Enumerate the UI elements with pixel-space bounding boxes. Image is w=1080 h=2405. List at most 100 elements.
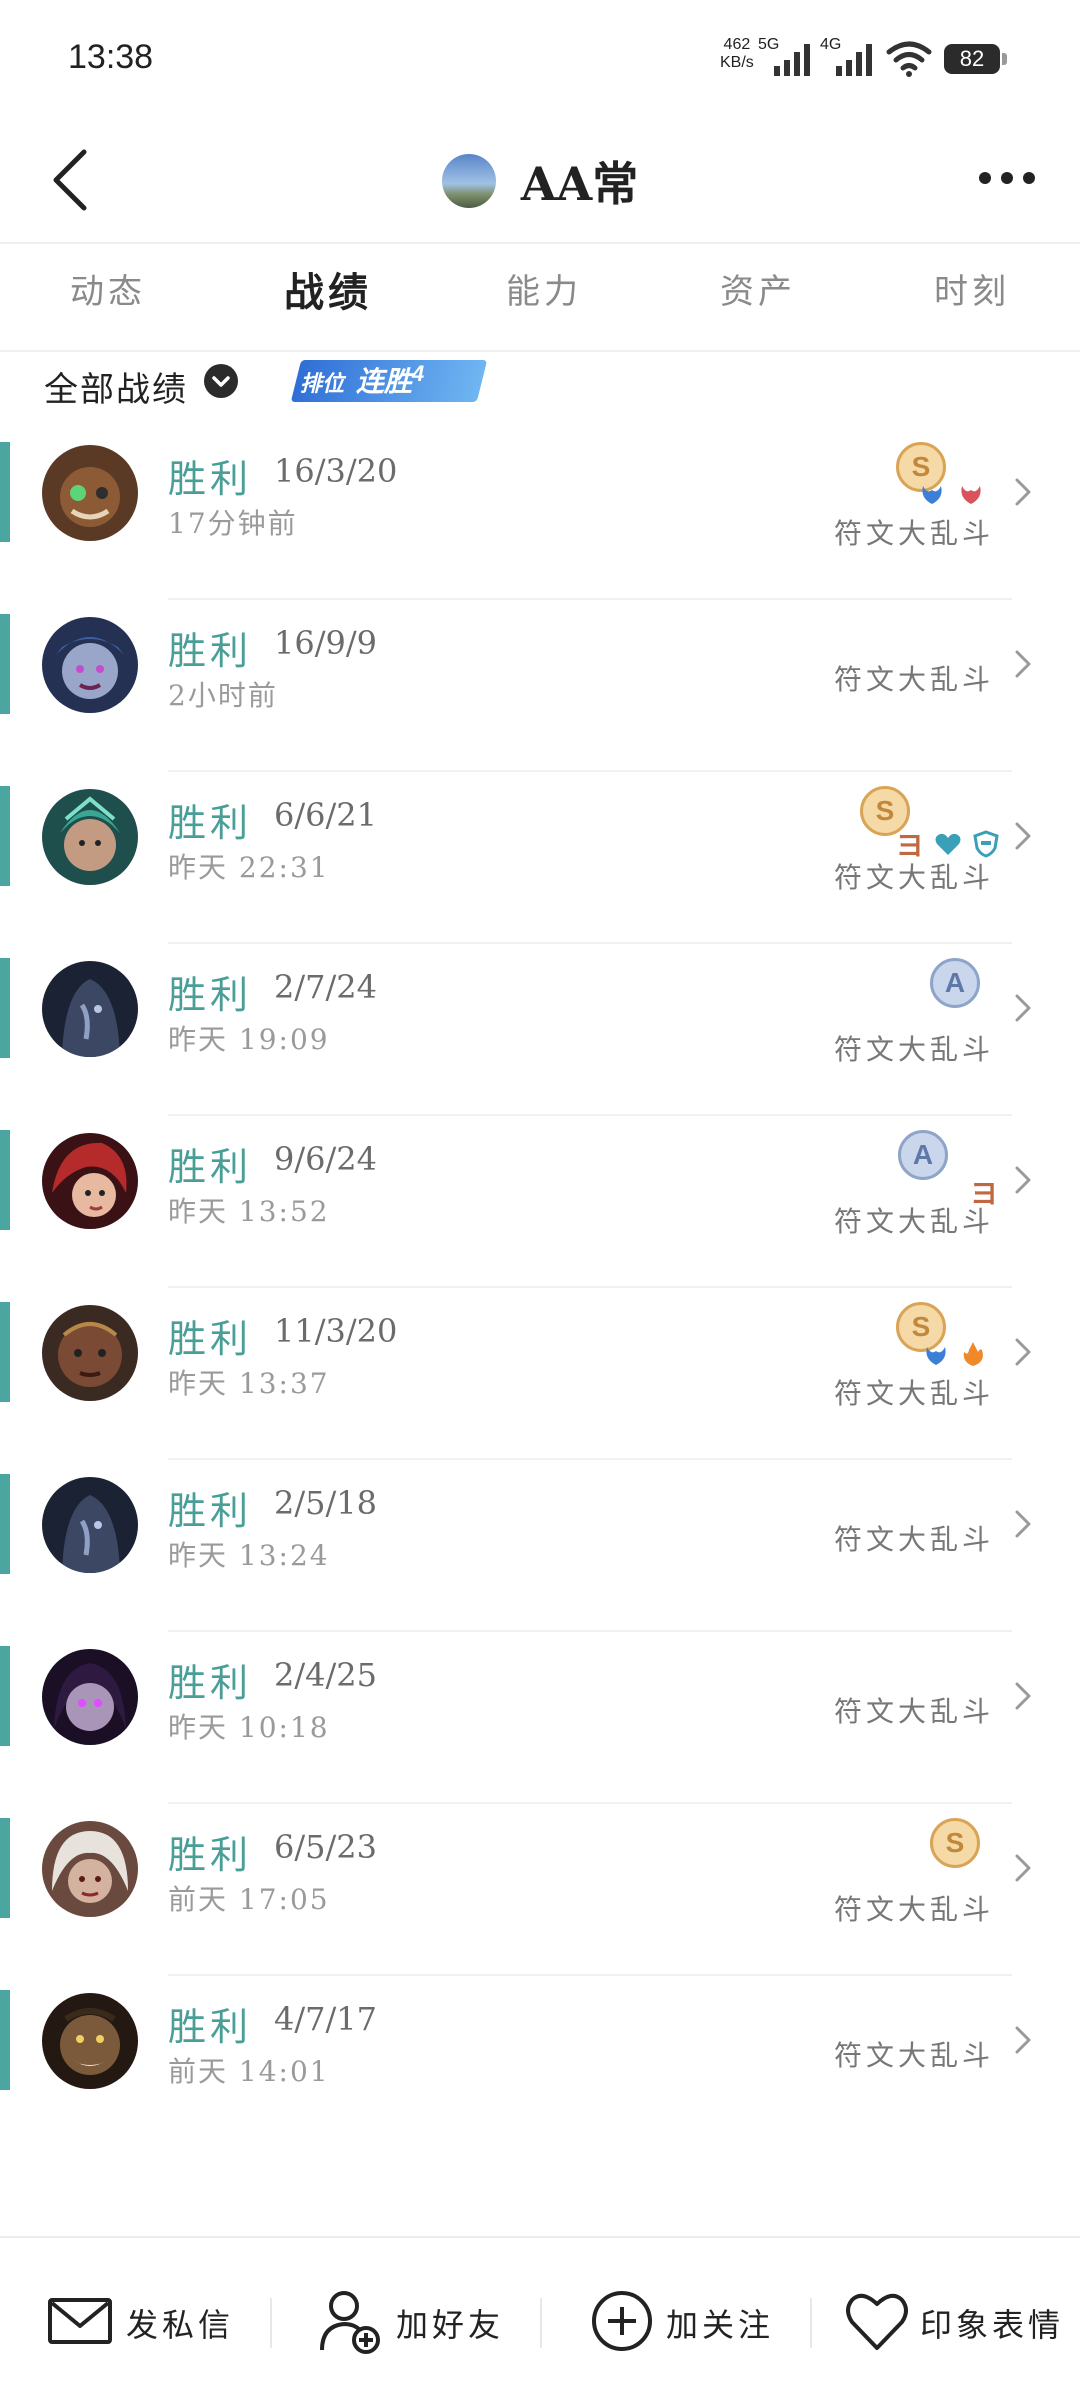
match-result: 胜利 xyxy=(168,1833,253,1877)
add-friend-button[interactable]: 加好友 xyxy=(316,2286,516,2356)
match-row[interactable]: 胜利 11/3/20 昨天 13:37 S 符文大乱斗 xyxy=(0,1288,1080,1460)
champion-avatar xyxy=(42,1477,138,1573)
match-time: 昨天 22:31 xyxy=(168,851,330,884)
match-result: 胜利 xyxy=(168,1145,253,1189)
win-indicator xyxy=(0,786,10,886)
champion-avatar xyxy=(42,1649,138,1745)
match-time: 昨天 13:52 xyxy=(168,1195,330,1228)
game-mode: 符文大乱斗 xyxy=(833,1033,994,1066)
match-row[interactable]: 胜利 16/9/9 2小时前 符文大乱斗 xyxy=(0,600,1080,772)
match-row[interactable]: 胜利 6/6/21 昨天 22:31 S ヨ 符文大乱斗 xyxy=(0,772,1080,944)
filter-dropdown[interactable]: 全部战绩 xyxy=(44,362,188,411)
match-row[interactable]: 胜利 16/3/20 17分钟前 S 符文大乱斗 xyxy=(0,428,1080,600)
match-result: 胜利 xyxy=(168,973,253,1017)
match-row[interactable]: 胜利 2/7/24 昨天 19:09 A 符文大乱斗 xyxy=(0,944,1080,1116)
tab-ability[interactable]: 能力 xyxy=(506,264,582,313)
win-indicator xyxy=(0,1302,10,1402)
divider xyxy=(540,2298,542,2348)
game-mode: 符文大乱斗 xyxy=(833,1523,994,1556)
match-row[interactable]: 胜利 9/6/24 昨天 13:52 A ヨ 符文大乱斗 xyxy=(0,1116,1080,1288)
s-medal-icon: S xyxy=(930,1818,980,1868)
tab-feed[interactable]: 动态 xyxy=(70,264,146,313)
match-row[interactable]: 胜利 2/4/25 昨天 10:18 符文大乱斗 xyxy=(0,1632,1080,1804)
profile-header: AA常 xyxy=(0,120,1080,242)
win-indicator xyxy=(0,1130,10,1230)
match-result: 胜利 xyxy=(168,801,253,845)
tab-moments[interactable]: 时刻 xyxy=(934,264,1010,313)
champion-avatar xyxy=(42,1133,138,1229)
shield-badge-icon xyxy=(973,830,999,858)
divider xyxy=(270,2298,272,2348)
game-mode: 符文大乱斗 xyxy=(833,2039,994,2072)
match-kda: 2/5/18 xyxy=(274,1484,377,1522)
follow-label: 加关注 xyxy=(666,2306,775,2344)
chevron-right-icon xyxy=(1015,2026,1031,2054)
tab-bar: 动态 战绩 能力 资产 时刻 xyxy=(0,244,1080,350)
divider xyxy=(0,350,1080,352)
tab-records[interactable]: 战绩 xyxy=(284,260,372,318)
chevron-right-icon xyxy=(1015,1166,1031,1194)
match-kda: 16/9/9 xyxy=(274,624,377,662)
more-button[interactable] xyxy=(972,158,1042,198)
profile-title: AA常 xyxy=(0,148,1080,214)
match-kda: 9/6/24 xyxy=(274,1140,377,1178)
wifi-icon xyxy=(886,41,932,77)
honor-badges: ヨ xyxy=(966,1172,998,1209)
win-indicator xyxy=(0,1990,10,2090)
tab-assets[interactable]: 资产 xyxy=(720,264,796,313)
avatar[interactable] xyxy=(441,154,496,208)
champion-avatar xyxy=(42,961,138,1057)
divider xyxy=(810,2298,812,2348)
red-flame-icon xyxy=(961,486,981,504)
game-mode: 符文大乱斗 xyxy=(833,1893,994,1926)
match-result: 胜利 xyxy=(168,2005,253,2049)
champion-avatar xyxy=(42,1305,138,1401)
champion-avatar xyxy=(42,1821,138,1917)
bottom-action-bar: 发私信 加好友 加关注 印象表情 xyxy=(0,2236,1080,2405)
match-result: 胜利 xyxy=(168,1317,253,1361)
honor-badges: ヨ xyxy=(892,824,1000,861)
heart-icon xyxy=(846,2293,908,2350)
match-row[interactable]: 胜利 4/7/17 前天 14:01 符文大乱斗 xyxy=(0,1976,1080,2148)
match-kda: 16/3/20 xyxy=(274,452,398,490)
mail-icon xyxy=(48,2298,112,2344)
status-time: 13:38 xyxy=(68,38,154,76)
add-circle-icon xyxy=(592,2291,652,2351)
win-streak-badge: 排位 连胜4 xyxy=(290,356,488,402)
send-message-label: 发私信 xyxy=(126,2306,235,2344)
match-time: 前天 17:05 xyxy=(168,1883,330,1916)
chevron-right-icon xyxy=(1015,822,1031,850)
match-kda: 2/7/24 xyxy=(274,968,377,1006)
chevron-right-icon xyxy=(1015,1510,1031,1538)
a-medal-icon: A xyxy=(898,1130,948,1180)
battery-icon: 82 xyxy=(944,44,1007,74)
champion-avatar xyxy=(42,789,138,885)
chevron-down-icon[interactable] xyxy=(204,364,238,398)
game-mode: 符文大乱斗 xyxy=(833,663,994,696)
add-friend-icon xyxy=(320,2291,380,2354)
game-mode: 符文大乱斗 xyxy=(833,1377,994,1410)
a-medal-icon: A xyxy=(930,958,980,1008)
match-kda: 6/6/21 xyxy=(274,796,377,834)
match-time: 昨天 13:24 xyxy=(168,1539,330,1572)
net-speed: 462 KB/s xyxy=(720,36,754,71)
match-row[interactable]: 胜利 2/5/18 昨天 13:24 符文大乱斗 xyxy=(0,1460,1080,1632)
follow-button[interactable]: 加关注 xyxy=(588,2286,788,2356)
win-indicator xyxy=(0,442,10,542)
send-message-button[interactable]: 发私信 xyxy=(46,2286,246,2356)
game-mode: 符文大乱斗 xyxy=(833,1695,994,1728)
orange-flame-icon xyxy=(963,1342,983,1366)
game-mode: 符文大乱斗 xyxy=(833,861,994,894)
champion-avatar xyxy=(42,445,138,541)
match-kda: 4/7/17 xyxy=(274,2000,377,2038)
impression-label: 印象表情 xyxy=(920,2306,1065,2344)
status-bar: 13:38 462 KB/s 5G 4G 82 xyxy=(0,0,1080,120)
game-mode: 符文大乱斗 xyxy=(833,1205,994,1238)
chevron-right-icon xyxy=(1015,1854,1031,1882)
impression-button[interactable]: 印象表情 xyxy=(842,2286,1062,2356)
match-kda: 2/4/25 xyxy=(274,1656,377,1694)
win-indicator xyxy=(0,958,10,1058)
win-indicator xyxy=(0,1818,10,1918)
heart-badge-icon xyxy=(935,833,961,855)
match-row[interactable]: 胜利 6/5/23 前天 17:05 S 符文大乱斗 xyxy=(0,1804,1080,1976)
